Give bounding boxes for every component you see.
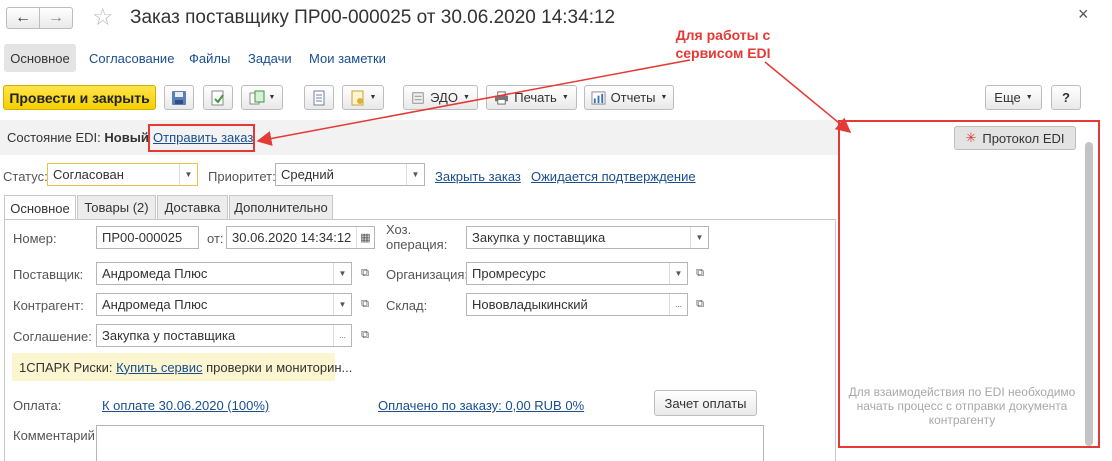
arrow-to-edi-panel — [764, 61, 852, 133]
arrow-to-send-link — [256, 59, 691, 146]
annotation-arrows — [256, 59, 852, 146]
